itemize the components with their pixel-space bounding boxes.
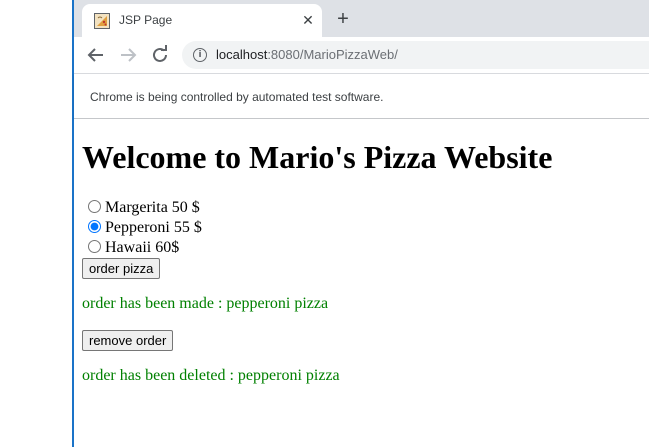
pepperoni-radio[interactable] bbox=[88, 220, 101, 233]
pizza-option-pepperoni: Pepperoni 55 $ bbox=[82, 219, 202, 239]
order-status-message: order has been made : pepperoni pizza bbox=[82, 295, 329, 312]
margerita-label: Margerita 50 $ bbox=[105, 199, 200, 216]
reload-icon[interactable] bbox=[148, 43, 172, 67]
site-info-icon[interactable]: i bbox=[193, 48, 207, 62]
browser-window: JSP Page ✕ + i localhost:8080/MarioPizza… bbox=[74, 0, 649, 447]
pepperoni-label: Pepperoni 55 $ bbox=[105, 219, 202, 236]
url-path: :8080/MarioPizzaWeb/ bbox=[267, 47, 398, 62]
forward-arrow-icon[interactable] bbox=[116, 43, 140, 67]
pizza-favicon-icon bbox=[94, 13, 110, 29]
url-host: localhost bbox=[216, 47, 268, 62]
desktop-background bbox=[0, 0, 73, 447]
back-arrow-icon[interactable] bbox=[84, 43, 108, 67]
page-title: Welcome to Mario's Pizza Website bbox=[82, 139, 553, 175]
browser-toolbar: i localhost:8080/MarioPizzaWeb/ bbox=[74, 37, 649, 74]
pizza-option-margerita: Margerita 50 $ bbox=[82, 199, 200, 219]
tab-title: JSP Page bbox=[119, 13, 173, 27]
page-content: Welcome to Mario's Pizza Website Margeri… bbox=[74, 119, 649, 447]
pizza-option-hawaii: Hawaii 60$ bbox=[82, 239, 179, 259]
delete-status-message: order has been deleted : pepperoni pizza bbox=[82, 367, 340, 384]
margerita-radio[interactable] bbox=[88, 200, 101, 213]
close-tab-icon[interactable]: ✕ bbox=[298, 10, 318, 30]
new-tab-plus-icon[interactable]: + bbox=[332, 8, 354, 30]
browser-tab[interactable]: JSP Page ✕ bbox=[82, 4, 322, 37]
hawaii-radio[interactable] bbox=[88, 240, 101, 253]
tab-strip: JSP Page ✕ + bbox=[74, 0, 649, 37]
remove-order-button[interactable]: remove order bbox=[82, 330, 174, 351]
order-pizza-button[interactable]: order pizza bbox=[82, 258, 161, 279]
address-bar[interactable]: i localhost:8080/MarioPizzaWeb/ bbox=[182, 41, 649, 69]
hawaii-label: Hawaii 60$ bbox=[105, 239, 180, 256]
infobar-message: Chrome is being controlled by automated … bbox=[90, 90, 384, 104]
automation-infobar: Chrome is being controlled by automated … bbox=[74, 74, 649, 119]
url-text[interactable]: localhost:8080/MarioPizzaWeb/ bbox=[216, 47, 398, 62]
